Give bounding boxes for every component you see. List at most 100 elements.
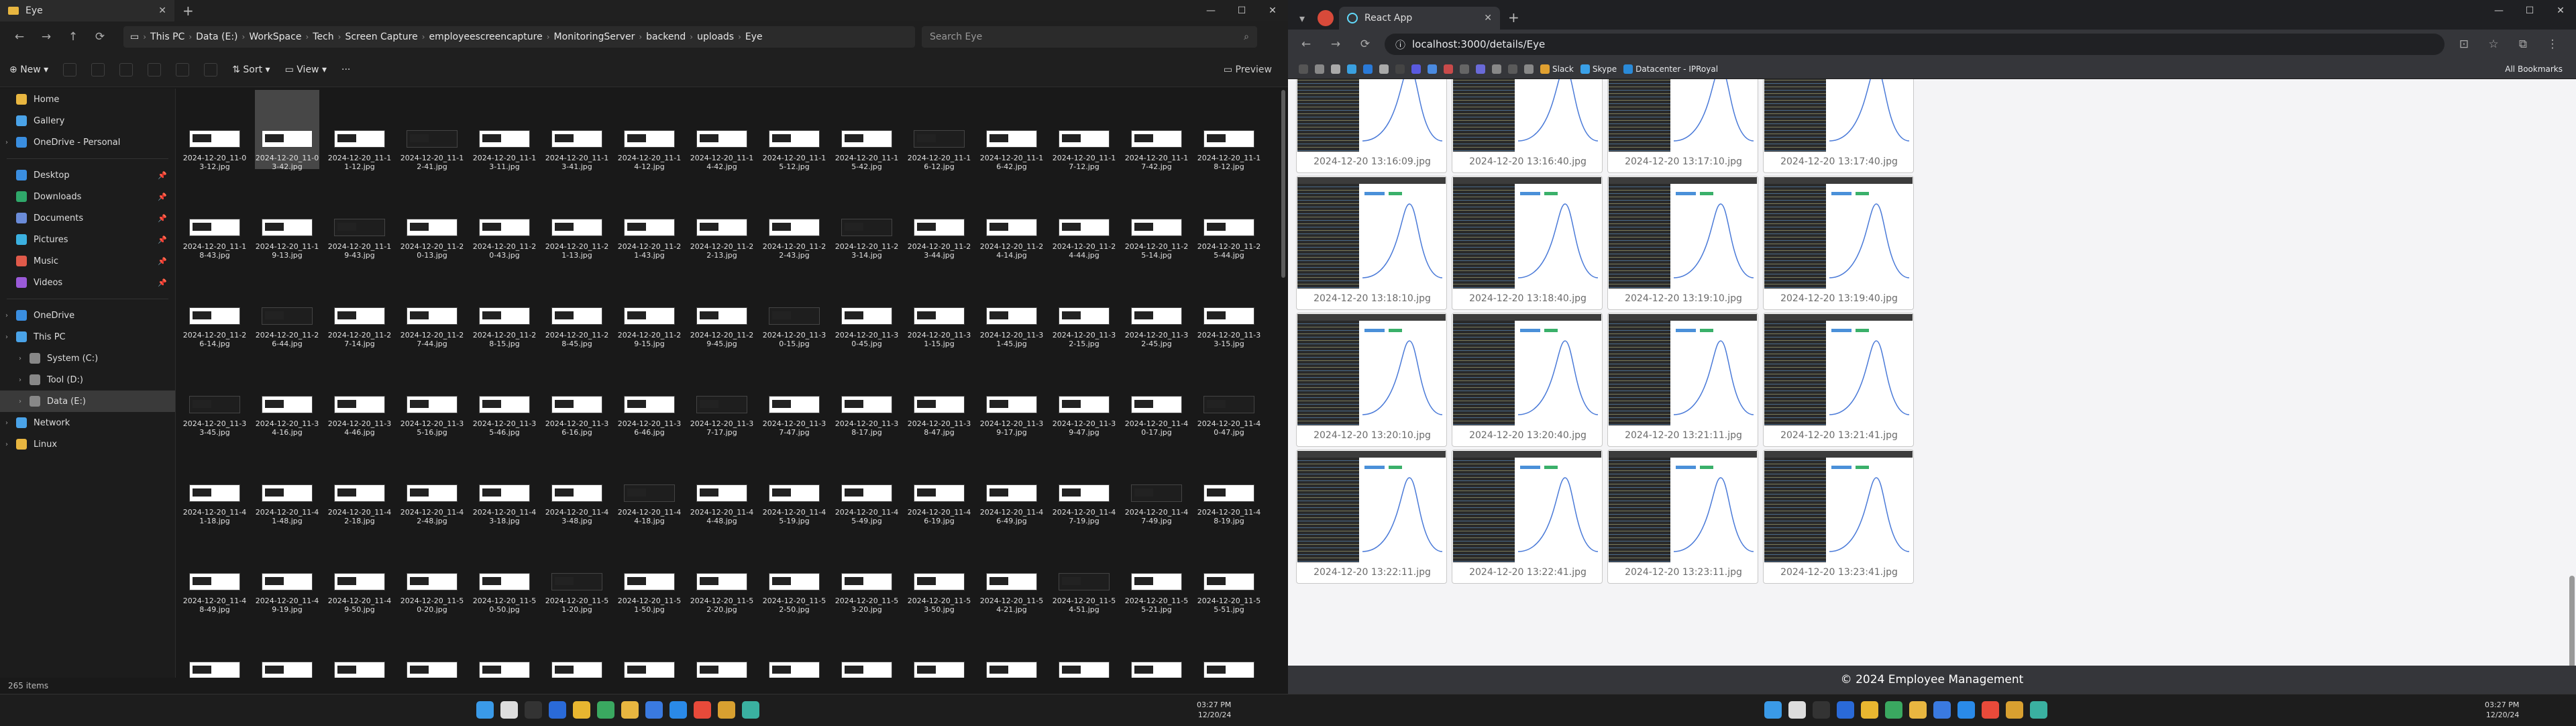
file-item[interactable]: 2024-12-20_11-15-12.jpg — [762, 90, 826, 171]
sidebar-item[interactable]: Documents 📌 — [0, 207, 175, 229]
file-item[interactable]: 2024-12-20_11-12-41.jpg — [400, 90, 464, 171]
bookmark-icon[interactable] — [1524, 64, 1534, 74]
capture-card[interactable]: 2024-12-20 13:17:10.jpg — [1607, 79, 1758, 173]
file-item[interactable]: 2024-12-20_11-39-47.jpg — [1052, 356, 1116, 437]
file-item[interactable]: 2024-12-20_11-14-42.jpg — [690, 90, 754, 171]
chrome-icon[interactable] — [1982, 701, 1999, 719]
file-item[interactable]: 2024-12-20_11-35-16.jpg — [400, 356, 464, 437]
back-icon[interactable]: ← — [9, 30, 30, 44]
capture-card[interactable]: 2024-12-20 13:23:11.jpg — [1607, 450, 1758, 584]
file-item[interactable]: 2024-12-20_11-54-21.jpg — [979, 533, 1044, 614]
file-item[interactable]: 2024-12-20_11-18-43.jpg — [182, 178, 247, 260]
bookmark-icon[interactable] — [1492, 64, 1501, 74]
bookmark-icon[interactable] — [1363, 64, 1373, 74]
file-item[interactable]: 2024-12-20_11-36-46.jpg — [617, 356, 682, 437]
capture-card[interactable]: 2024-12-20 13:20:40.jpg — [1452, 313, 1603, 447]
back-icon[interactable]: ← — [1296, 38, 1316, 51]
search-icon[interactable] — [1788, 701, 1806, 719]
paste-icon[interactable] — [119, 62, 133, 76]
chrome-icon[interactable] — [573, 701, 590, 719]
sidebar-item[interactable]: Pictures 📌 — [0, 229, 175, 250]
file-item[interactable]: 2024-12-20_11-49-50.jpg — [327, 533, 392, 614]
minimize-icon[interactable]: — — [1195, 0, 1226, 21]
chrome-icon[interactable] — [694, 701, 711, 719]
file-item[interactable]: 2024-12-20_11-41-48.jpg — [255, 444, 319, 525]
bookmark-star-icon[interactable]: ☆ — [2483, 38, 2504, 51]
file-item[interactable]: 2024-12-20_11-40-47.jpg — [1197, 356, 1261, 437]
file-item[interactable]: 2024-12-20_11-22-13.jpg — [690, 178, 754, 260]
new-tab-button[interactable]: + — [1508, 9, 1519, 25]
bookmark-icon[interactable] — [1379, 64, 1389, 74]
file-item[interactable]: 2024-12-20_11-27-44.jpg — [400, 267, 464, 348]
file-item[interactable]: 2024-12-20_11-48-49.jpg — [182, 533, 247, 614]
close-icon[interactable]: ✕ — [2545, 0, 2576, 21]
sidebar-item[interactable]: › Linux — [0, 433, 175, 455]
bookmark-icon[interactable] — [1331, 64, 1340, 74]
app-icon[interactable] — [742, 701, 759, 719]
file-item[interactable]: 2024-12-20_11-11-12.jpg — [327, 90, 392, 171]
file-item[interactable]: 2024-12-20_11-43-18.jpg — [472, 444, 537, 525]
windows-start-icon[interactable] — [476, 701, 494, 719]
expand-chevron-icon[interactable]: › — [19, 398, 21, 405]
file-item[interactable]: 2024-12-20_11-44-18.jpg — [617, 444, 682, 525]
file-item[interactable]: 2024-12-20_11-50-50.jpg — [472, 533, 537, 614]
file-item[interactable] — [182, 621, 247, 680]
file-item[interactable] — [545, 621, 609, 680]
mail-icon[interactable] — [1933, 701, 1951, 719]
file-item[interactable]: 2024-12-20_11-33-45.jpg — [182, 356, 247, 437]
explorer-tab[interactable]: Eye ✕ — [0, 0, 174, 21]
file-item[interactable]: 2024-12-20_11-15-42.jpg — [835, 90, 899, 171]
file-item[interactable]: 2024-12-20_11-41-18.jpg — [182, 444, 247, 525]
expand-chevron-icon[interactable]: › — [5, 441, 8, 448]
file-item[interactable]: 2024-12-20_11-38-47.jpg — [907, 356, 971, 437]
breadcrumb-item[interactable]: uploads — [697, 32, 734, 42]
file-item[interactable]: 2024-12-20_11-34-16.jpg — [255, 356, 319, 437]
capture-card[interactable]: 2024-12-20 13:21:11.jpg — [1607, 313, 1758, 447]
bookmark-icon[interactable] — [1508, 64, 1517, 74]
address-bar[interactable]: ⓘ localhost:3000/details/Eye — [1385, 34, 2445, 55]
file-item[interactable]: 2024-12-20_11-27-14.jpg — [327, 267, 392, 348]
file-item[interactable]: 2024-12-20_11-03-42.jpg — [255, 90, 319, 171]
file-item[interactable] — [907, 621, 971, 680]
file-item[interactable]: 2024-12-20_11-20-43.jpg — [472, 178, 537, 260]
breadcrumb-item[interactable]: WorkSpace — [249, 32, 301, 42]
refresh-icon[interactable]: ⟳ — [90, 30, 110, 44]
file-item[interactable]: 2024-12-20_11-37-17.jpg — [690, 356, 754, 437]
sidebar-item[interactable]: › Data (E:) — [0, 391, 175, 412]
app-icon[interactable] — [1837, 701, 1854, 719]
bookmark-icon[interactable] — [1395, 64, 1405, 74]
file-item[interactable]: 2024-12-20_11-29-15.jpg — [617, 267, 682, 348]
vscode-icon[interactable] — [669, 701, 687, 719]
forward-icon[interactable]: → — [36, 30, 56, 44]
file-item[interactable]: 2024-12-20_11-32-45.jpg — [1124, 267, 1189, 348]
file-item[interactable]: 2024-12-20_11-50-20.jpg — [400, 533, 464, 614]
maximize-icon[interactable]: ☐ — [1226, 0, 1257, 21]
file-item[interactable]: 2024-12-20_11-42-18.jpg — [327, 444, 392, 525]
file-item[interactable]: 2024-12-20_11-26-44.jpg — [255, 267, 319, 348]
more-options-button[interactable]: ··· — [341, 64, 350, 75]
file-item[interactable]: 2024-12-20_11-03-12.jpg — [182, 90, 247, 171]
site-info-icon[interactable]: ⓘ — [1395, 38, 1405, 52]
bookmark-icon[interactable] — [1299, 64, 1308, 74]
file-item[interactable]: 2024-12-20_11-24-44.jpg — [1052, 178, 1116, 260]
file-item[interactable]: 2024-12-20_11-45-49.jpg — [835, 444, 899, 525]
file-item[interactable]: 2024-12-20_11-31-45.jpg — [979, 267, 1044, 348]
file-item[interactable]: 2024-12-20_11-38-17.jpg — [835, 356, 899, 437]
windows-start-icon[interactable] — [1764, 701, 1782, 719]
file-item[interactable] — [762, 621, 826, 680]
file-item[interactable]: 2024-12-20_11-48-19.jpg — [1197, 444, 1261, 525]
breadcrumb-item[interactable]: backend — [646, 32, 686, 42]
mail-icon[interactable] — [645, 701, 663, 719]
file-item[interactable] — [400, 621, 464, 680]
capture-card[interactable]: 2024-12-20 13:18:10.jpg — [1296, 176, 1447, 310]
file-item[interactable]: 2024-12-20_11-51-20.jpg — [545, 533, 609, 614]
file-item[interactable] — [690, 621, 754, 680]
expand-chevron-icon[interactable]: › — [5, 333, 8, 341]
file-item[interactable]: 2024-12-20_11-16-42.jpg — [979, 90, 1044, 171]
maximize-icon[interactable]: ☐ — [2514, 0, 2545, 21]
sidebar-item[interactable]: Gallery — [0, 110, 175, 132]
tray-clock[interactable]: 03:27 PM 12/20/24 — [2485, 700, 2519, 720]
breadcrumb-item[interactable]: Eye — [745, 32, 763, 42]
file-item[interactable]: 2024-12-20_11-14-12.jpg — [617, 90, 682, 171]
profile-icon[interactable] — [1318, 10, 1334, 26]
